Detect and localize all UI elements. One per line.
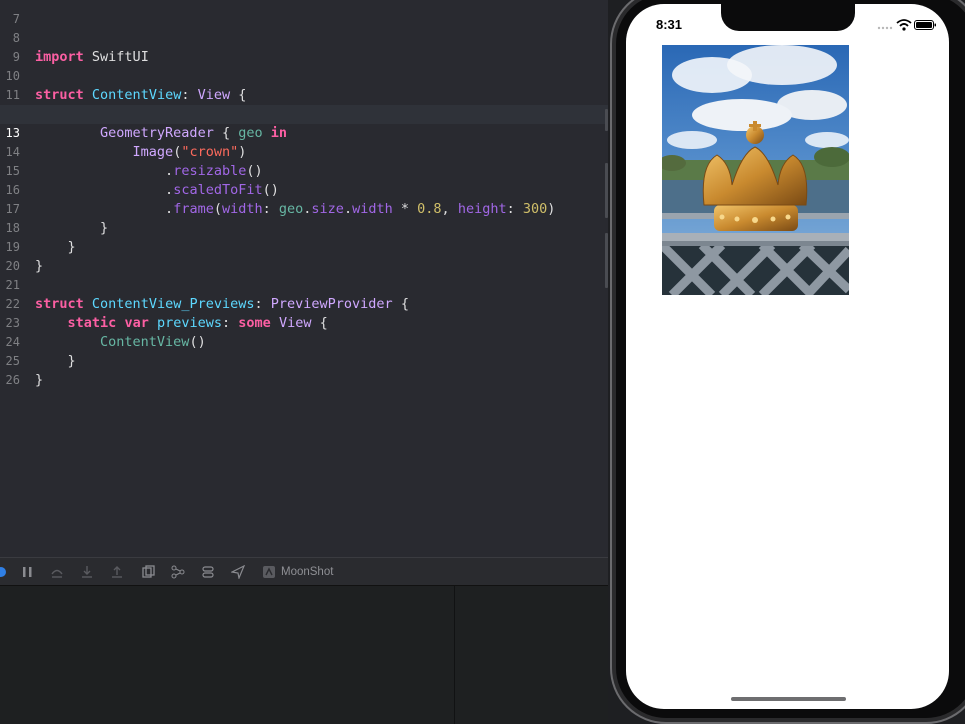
view-hierarchy-icon[interactable] [141, 565, 155, 579]
code-line[interactable]: 21 struct ContentView_Previews: PreviewP… [0, 257, 608, 312]
status-bar-icons [877, 18, 937, 32]
console-view[interactable] [455, 586, 608, 724]
code-line[interactable]: 10 struct ContentView: View { [0, 48, 608, 103]
environment-overrides-icon[interactable] [201, 565, 215, 579]
code-line[interactable]: 26 [0, 352, 608, 387]
battery-icon [914, 20, 936, 30]
code-line[interactable]: 8 import SwiftUI [0, 10, 608, 65]
code-line[interactable]: 19 } [0, 219, 608, 274]
step-out-icon[interactable] [110, 565, 124, 579]
code-line[interactable]: 9 [0, 29, 608, 64]
code-line[interactable]: 7 [0, 0, 608, 26]
code-line[interactable]: 11 var body: some View { [0, 67, 608, 122]
debug-bar: MoonShot [0, 557, 608, 586]
code-line[interactable]: 24 } [0, 314, 608, 369]
code-line[interactable]: 15 .scaledToFit() [0, 143, 608, 198]
code-line-current[interactable]: 13 Image("crown") [0, 105, 608, 160]
source-editor[interactable]: 7 8 import SwiftUI 9 10 struct ContentVi… [0, 0, 608, 557]
location-icon[interactable] [230, 564, 246, 581]
home-indicator[interactable] [731, 697, 846, 701]
breakpoint-toggle-icon[interactable] [0, 565, 8, 579]
status-bar-time: 8:31 [656, 17, 683, 32]
step-over-icon[interactable] [50, 565, 64, 579]
variables-view[interactable] [0, 586, 454, 724]
code-line[interactable]: 12 GeometryReader { geo in [0, 86, 608, 141]
memory-graph-icon[interactable] [171, 565, 185, 579]
step-into-icon[interactable] [80, 565, 94, 579]
punctuation: } [35, 372, 44, 388]
code-line[interactable]: 25 } [0, 333, 608, 388]
crown-image [662, 45, 849, 295]
code-line[interactable]: 18 } [0, 200, 608, 255]
code-line[interactable]: 23 ContentView() [0, 295, 608, 350]
line-number: 26 [5, 373, 20, 387]
wifi-icon [896, 19, 912, 31]
code-line[interactable]: 20 [0, 238, 608, 273]
device-notch [721, 0, 855, 31]
code-line[interactable]: 14 .resizable() [0, 124, 608, 179]
code-line[interactable]: 22 static var previews: some View { [0, 276, 608, 331]
scheme-label[interactable]: MoonShot [281, 565, 333, 579]
code-line[interactable]: 16 .frame(width: geo.size.width * 0.8, h… [0, 162, 608, 217]
code-line[interactable]: 17 } [0, 181, 608, 236]
pause-icon[interactable] [21, 565, 35, 579]
app-icon [262, 565, 276, 579]
